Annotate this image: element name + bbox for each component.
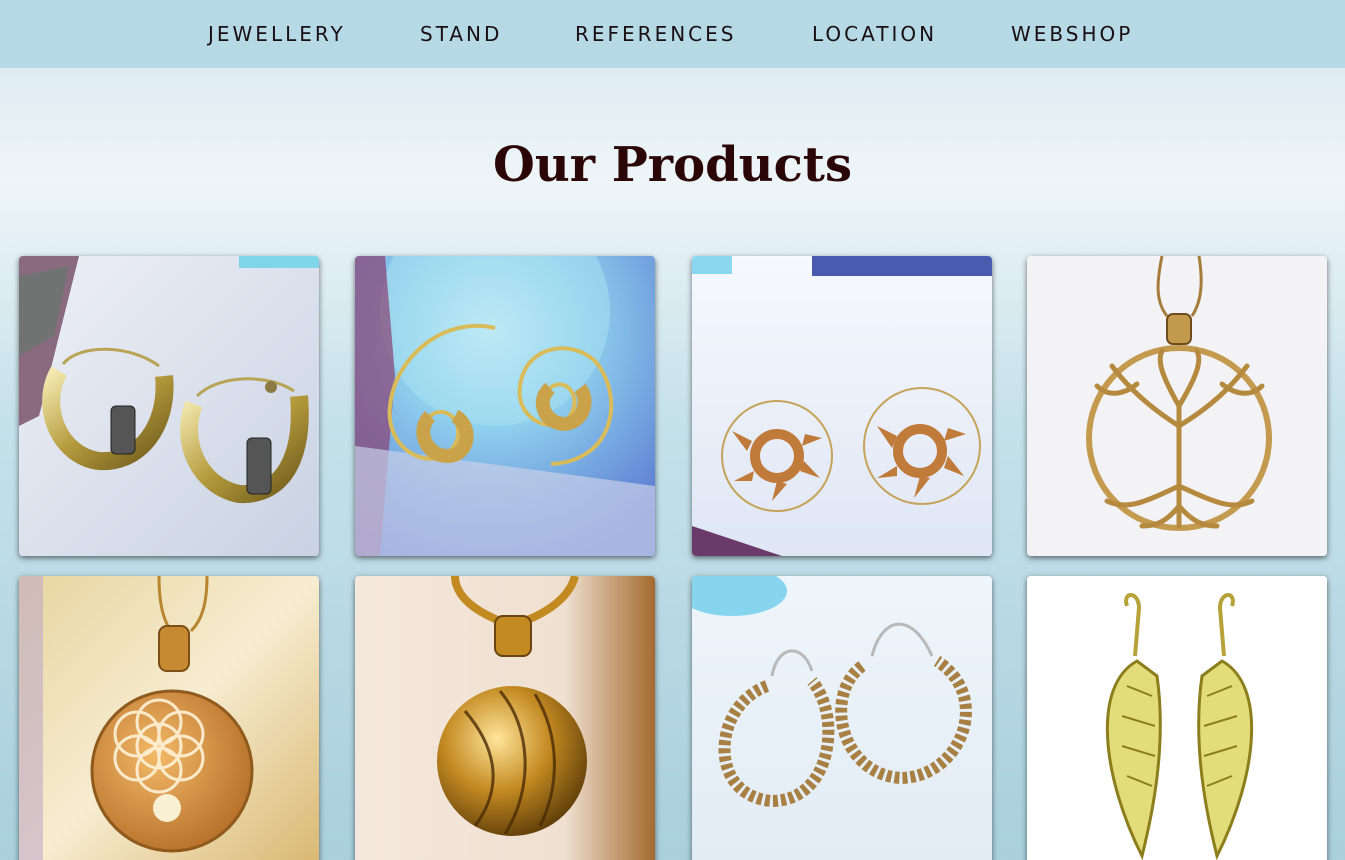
nav-location-link[interactable]: LOCATION [812, 21, 937, 47]
product-card-tree-of-life-pendant[interactable] [1027, 256, 1327, 556]
hoop-earrings-image [19, 256, 319, 556]
nav-jewellery-link[interactable]: JEWELLERY [208, 21, 346, 47]
product-card-angel-wing-earrings[interactable] [1027, 576, 1327, 860]
product-card-cage-ball-pendant[interactable] [355, 576, 655, 860]
product-card-mandala-hoop-earrings[interactable] [692, 576, 992, 860]
top-navigation: JEWELLERY STAND REFERENCES LOCATION WEBS… [0, 0, 1345, 68]
nav-stand-link[interactable]: STAND [420, 21, 502, 47]
tree-of-life-pendant-image [1027, 256, 1327, 556]
nav-references-link[interactable]: REFERENCES [575, 21, 736, 47]
product-card-spiral-earrings[interactable] [355, 256, 655, 556]
product-card-flower-of-life-pendant[interactable] [19, 576, 319, 860]
lotus-spiral-earrings-image [692, 256, 992, 556]
mandala-hoop-earrings-image [692, 576, 992, 860]
nav-webshop-link[interactable]: WEBSHOP [1011, 21, 1133, 47]
product-card-hoop-earrings[interactable] [19, 256, 319, 556]
cage-ball-pendant-image [355, 576, 655, 860]
angel-wing-earrings-image [1027, 576, 1327, 860]
spiral-earrings-image [355, 256, 655, 556]
page-title: Our Products [493, 137, 852, 193]
product-card-lotus-spiral-earrings[interactable] [692, 256, 992, 556]
flower-of-life-pendant-image [19, 576, 319, 860]
